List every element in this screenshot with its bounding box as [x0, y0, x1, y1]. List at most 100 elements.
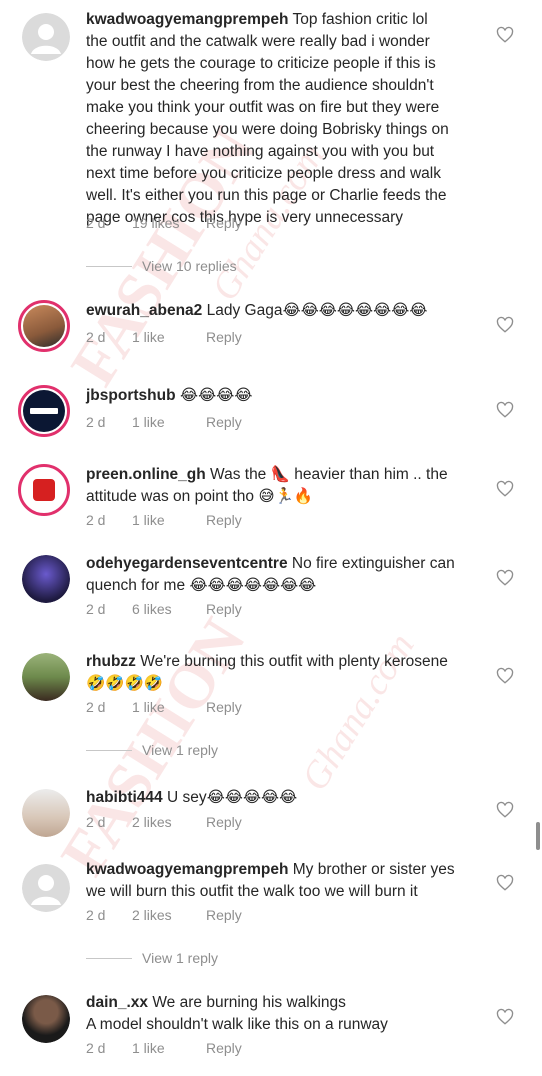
- comment-body-line: Lady Gaga😂😂😂😂😂😂😂😂: [202, 302, 428, 319]
- comment-likes[interactable]: 1 like: [132, 699, 206, 715]
- reply-button[interactable]: Reply: [206, 329, 242, 345]
- comment-body-line: A model shouldn't walk like this on a ru…: [86, 1016, 388, 1033]
- default-user-icon: [22, 13, 70, 61]
- comment-meta: 2 d 1 like Reply: [86, 414, 242, 430]
- heart-outline-icon[interactable]: [496, 26, 514, 44]
- divider-line: [86, 265, 132, 267]
- comment-likes[interactable]: 2 likes: [132, 907, 206, 923]
- comment-likes[interactable]: 1 like: [132, 414, 206, 430]
- comment-username[interactable]: jbsportshub: [86, 387, 176, 404]
- scrollbar[interactable]: [536, 822, 540, 850]
- comment-likes[interactable]: 1 like: [132, 512, 206, 528]
- heart-outline-icon[interactable]: [496, 1008, 514, 1026]
- comment-likes[interactable]: 1 like: [132, 329, 206, 345]
- avatar-photo: [22, 995, 70, 1043]
- reply-button[interactable]: Reply: [206, 512, 242, 528]
- comment-meta: 2 d 1 like Reply: [86, 329, 242, 345]
- avatar[interactable]: [18, 464, 70, 516]
- avatar[interactable]: [22, 995, 70, 1043]
- comment-text: jbsportshub 😂😂😂😂: [86, 385, 486, 407]
- comment-likes[interactable]: 2 likes: [132, 814, 206, 830]
- heart-outline-icon[interactable]: [496, 801, 514, 819]
- comment-meta: 2 d 6 likes Reply: [86, 601, 242, 617]
- comment-body-line: 😂😂😂😂: [175, 387, 253, 404]
- comment-username[interactable]: rhubzz: [86, 653, 136, 670]
- heart-outline-icon[interactable]: [496, 569, 514, 587]
- comment-username[interactable]: odehyegardenseventcentre: [86, 555, 288, 572]
- comment-time: 2 d: [86, 601, 106, 617]
- comment-text: dain_.xx We are burning his walkings A m…: [86, 992, 486, 1036]
- comment-likes[interactable]: 6 likes: [132, 601, 206, 617]
- avatar-photo: [22, 555, 70, 603]
- comment-body-line: the runway I have nothing against you wi…: [86, 143, 435, 160]
- avatar-photo: [23, 305, 65, 347]
- comment-meta: 2 d 19 likes Reply: [86, 215, 242, 231]
- avatar-photo: [22, 789, 70, 837]
- reply-button[interactable]: Reply: [206, 414, 242, 430]
- comment-text: ewurah_abena2 Lady Gaga😂😂😂😂😂😂😂😂: [86, 300, 486, 322]
- comment-body-line: My brother or sister yes: [288, 861, 455, 878]
- reply-button[interactable]: Reply: [206, 814, 242, 830]
- comment-time: 2 d: [86, 329, 106, 345]
- comment-time: 2 d: [86, 215, 106, 231]
- comment-username[interactable]: dain_.xx: [86, 994, 148, 1011]
- reply-button[interactable]: Reply: [206, 699, 242, 715]
- view-replies-button[interactable]: View 1 reply: [86, 742, 218, 758]
- comment-body-line: attitude was on point tho 😅🏃🔥: [86, 488, 314, 505]
- comment-time: 2 d: [86, 414, 106, 430]
- heart-outline-icon[interactable]: [496, 316, 514, 334]
- comment-text: preen.online_gh Was the 👠 heavier than h…: [86, 464, 486, 508]
- comment-username[interactable]: kwadwoagyemangprempeh: [86, 11, 288, 28]
- comment-meta: 2 d 2 likes Reply: [86, 907, 242, 923]
- comment-body-line: make you think your outfit was on fire b…: [86, 99, 440, 116]
- comment-time: 2 d: [86, 1040, 106, 1056]
- heart-outline-icon[interactable]: [496, 401, 514, 419]
- comment-username[interactable]: ewurah_abena2: [86, 302, 202, 319]
- comment-meta: 2 d 2 likes Reply: [86, 814, 242, 830]
- reply-button[interactable]: Reply: [206, 1040, 242, 1056]
- avatar[interactable]: [22, 864, 70, 912]
- heart-outline-icon[interactable]: [496, 667, 514, 685]
- avatar[interactable]: [22, 789, 70, 837]
- avatar[interactable]: [22, 555, 70, 603]
- reply-button[interactable]: Reply: [206, 215, 242, 231]
- comment-username[interactable]: preen.online_gh: [86, 466, 206, 483]
- default-user-icon: [22, 864, 70, 912]
- avatar[interactable]: [18, 300, 70, 352]
- comment-body-line: No fire extinguisher can: [287, 555, 455, 572]
- avatar[interactable]: [22, 653, 70, 701]
- reply-button[interactable]: Reply: [206, 601, 242, 617]
- comment-body-line: quench for me 😂😂😂😂😂😂😂: [86, 577, 317, 594]
- avatar-logo: [23, 469, 65, 511]
- view-replies-label: View 1 reply: [142, 950, 219, 966]
- view-replies-button[interactable]: View 10 replies: [86, 258, 237, 274]
- logo-mark: [33, 479, 55, 501]
- comment-body-line: we will burn this outfit the walk too we…: [86, 883, 418, 900]
- reply-button[interactable]: Reply: [206, 907, 242, 923]
- avatar[interactable]: [18, 385, 70, 437]
- comment-text: kwadwoagyemangprempeh Top fashion critic…: [86, 9, 486, 229]
- avatar-photo: [22, 653, 70, 701]
- view-replies-label: View 1 reply: [142, 742, 219, 758]
- divider-line: [86, 749, 132, 751]
- comment-body-line: 🤣🤣🤣🤣: [86, 675, 164, 692]
- comment-username[interactable]: kwadwoagyemangprempeh: [86, 861, 288, 878]
- comment-body-line: We're burning this outfit with plenty ke…: [135, 653, 448, 670]
- comment-body-line: how he gets the courage to criticize peo…: [86, 55, 436, 72]
- comment-text: kwadwoagyemangprempeh My brother or sist…: [86, 859, 486, 903]
- divider-line: [86, 957, 132, 959]
- comment-body-line: Top fashion critic lol: [288, 11, 428, 28]
- avatar[interactable]: [22, 13, 70, 61]
- comment-likes[interactable]: 19 likes: [132, 215, 206, 231]
- comment-time: 2 d: [86, 814, 106, 830]
- comment-body-line: Was the 👠 heavier than him .. the: [205, 466, 448, 483]
- comment-likes[interactable]: 1 like: [132, 1040, 206, 1056]
- view-replies-button[interactable]: View 1 reply: [86, 950, 218, 966]
- comment-text: rhubzz We're burning this outfit with pl…: [86, 651, 486, 695]
- avatar-logo: [23, 390, 65, 432]
- comment-username[interactable]: habibti444: [86, 789, 163, 806]
- comment-meta: 2 d 1 like Reply: [86, 512, 242, 528]
- heart-outline-icon[interactable]: [496, 480, 514, 498]
- heart-outline-icon[interactable]: [496, 874, 514, 892]
- comment-time: 2 d: [86, 512, 106, 528]
